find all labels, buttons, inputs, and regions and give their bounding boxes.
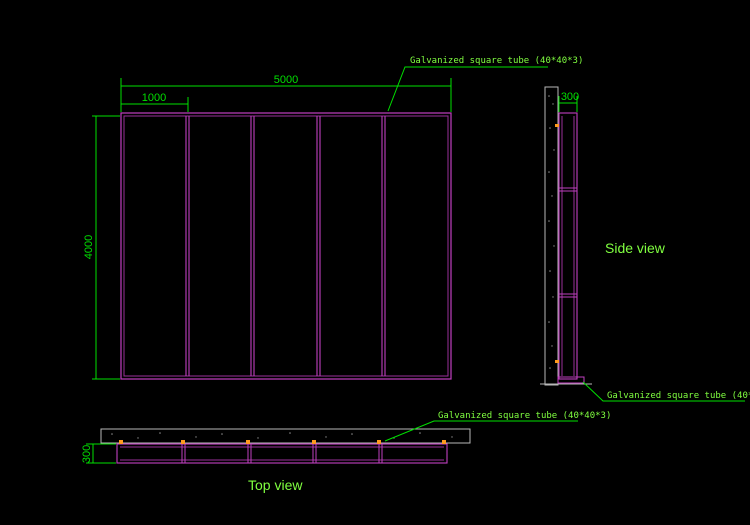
drawing-background bbox=[0, 0, 750, 525]
width-dimension-label: 5000 bbox=[274, 74, 298, 86]
speckle bbox=[111, 433, 113, 435]
side-tube-label-top: Galvanized square tube (40*40*3) bbox=[410, 56, 583, 66]
speckle bbox=[221, 433, 223, 435]
speckle bbox=[553, 245, 555, 247]
speckle bbox=[549, 127, 551, 129]
top-depth-label: 300 bbox=[81, 445, 93, 463]
anchor-mark bbox=[377, 440, 381, 444]
speckle bbox=[551, 345, 553, 347]
speckle bbox=[548, 171, 550, 173]
cad-drawing: 5000 1000 4000 300 Side view Galvanized … bbox=[0, 0, 750, 525]
speckle bbox=[548, 321, 550, 323]
speckle bbox=[553, 149, 555, 151]
speckle bbox=[548, 220, 550, 222]
top-tube-label: Galvanized square tube (40*40*3) bbox=[438, 411, 611, 421]
side-tube-label-bottom: Galvanized square tube (40*40*3) bbox=[607, 391, 750, 401]
height-dimension-label: 4000 bbox=[83, 235, 95, 259]
anchor-mark bbox=[246, 440, 250, 444]
side-view-title: Side view bbox=[605, 240, 666, 256]
side-depth-label: 300 bbox=[561, 91, 579, 103]
anchor-mark bbox=[181, 440, 185, 444]
speckle bbox=[289, 432, 291, 434]
speckle bbox=[325, 436, 327, 438]
speckle bbox=[351, 433, 353, 435]
speckle bbox=[159, 432, 161, 434]
top-view-title: Top view bbox=[248, 477, 303, 493]
speckle bbox=[549, 270, 551, 272]
speckle bbox=[551, 195, 553, 197]
anchor-mark bbox=[442, 440, 446, 444]
anchor-mark bbox=[555, 360, 559, 363]
speckle bbox=[552, 103, 554, 105]
panel-dimension-label: 1000 bbox=[142, 92, 166, 104]
speckle bbox=[419, 432, 421, 434]
speckle bbox=[257, 437, 259, 439]
speckle bbox=[137, 437, 139, 439]
anchor-mark bbox=[312, 440, 316, 444]
speckle bbox=[451, 436, 453, 438]
speckle bbox=[195, 436, 197, 438]
speckle bbox=[548, 95, 550, 97]
speckle bbox=[549, 367, 551, 369]
speckle bbox=[552, 296, 554, 298]
anchor-mark bbox=[119, 440, 123, 444]
anchor-mark bbox=[555, 124, 559, 127]
